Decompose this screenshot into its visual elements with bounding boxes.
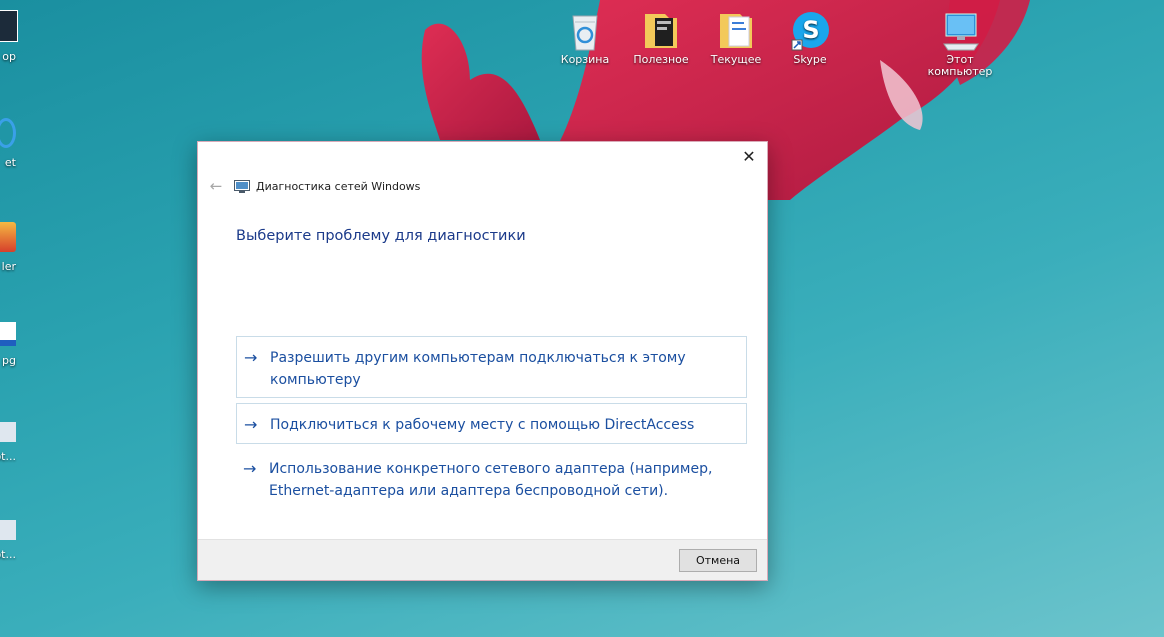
desktop-edge-icon-4[interactable]: pg [0,322,16,367]
desktop-icon-recycle-bin[interactable]: Корзина [547,8,623,66]
option-specific-network-adapter[interactable]: → Использование конкретного сетевого ада… [236,448,747,508]
icon-label: Текущее [710,53,762,66]
desktop-icon-tekushchee[interactable]: Текущее [698,8,774,66]
arrow-right-icon: → [244,415,258,434]
icon-label: Skype [793,53,827,66]
back-arrow-icon[interactable]: ← [204,177,228,195]
dialog-titlebar: ← Диагностика сетей Windows [204,176,421,196]
close-button[interactable]: ✕ [737,146,761,168]
cancel-button[interactable]: Отмена [679,549,757,572]
icon-label: Корзина [560,53,610,66]
installer-icon [0,222,16,252]
edge-label: ot... [0,450,16,463]
edge-label: et [4,156,16,169]
arrow-right-icon: → [243,459,257,478]
desktop: ор et ler pg ot... ot... Корзина [0,0,1164,637]
app-icon [0,10,18,42]
page-heading: Выберите проблему для диагностики [236,228,526,244]
edge-label: ор [2,50,16,63]
option-label: Разрешить другим компьютерам подключатьс… [270,350,686,388]
recycle-bin-icon [572,15,598,51]
screenshot-file-icon [0,520,16,540]
dialog-footer: Отмена [198,539,767,580]
ie-icon [0,118,16,148]
desktop-edge-icon-6[interactable]: ot... [0,520,16,561]
desktop-icon-poleznoe[interactable]: Полезное [623,8,699,66]
arrow-right-icon: → [244,348,258,367]
desktop-edge-icon-5[interactable]: ot... [0,422,16,463]
image-file-icon [0,322,16,346]
desktop-edge-icon-3[interactable]: ler [0,222,16,273]
dialog-title: Диагностика сетей Windows [256,179,421,193]
option-directaccess[interactable]: → Подключиться к рабочему месту с помощь… [236,403,747,444]
icon-label: Этот компьютер [927,53,993,78]
edge-label: pg [2,354,16,367]
computer-icon [943,13,979,51]
screenshot-file-icon [0,422,16,442]
option-label: Подключиться к рабочему месту с помощью … [270,417,695,433]
network-diagnostics-icon [234,179,250,193]
icon-label: Полезное [633,53,689,66]
option-allow-incoming-connections[interactable]: → Разрешить другим компьютерам подключат… [236,336,747,398]
network-diagnostics-dialog: ✕ ← Диагностика сетей Windows Выберите п… [197,141,768,581]
folder-icon [645,14,677,48]
option-label: Использование конкретного сетевого адапт… [269,461,713,499]
close-icon: ✕ [742,147,756,166]
desktop-icon-skype[interactable]: S Skype [772,8,848,66]
desktop-edge-icon-2[interactable]: et [0,118,16,169]
svg-text:S: S [802,16,819,44]
folder-icon [720,14,752,48]
desktop-icon-this-pc[interactable]: Этот компьютер [922,8,998,78]
desktop-edge-icon-1[interactable]: ор [0,10,18,63]
edge-label: ot... [0,548,16,561]
edge-label: ler [1,260,16,273]
skype-icon: S [791,12,829,51]
